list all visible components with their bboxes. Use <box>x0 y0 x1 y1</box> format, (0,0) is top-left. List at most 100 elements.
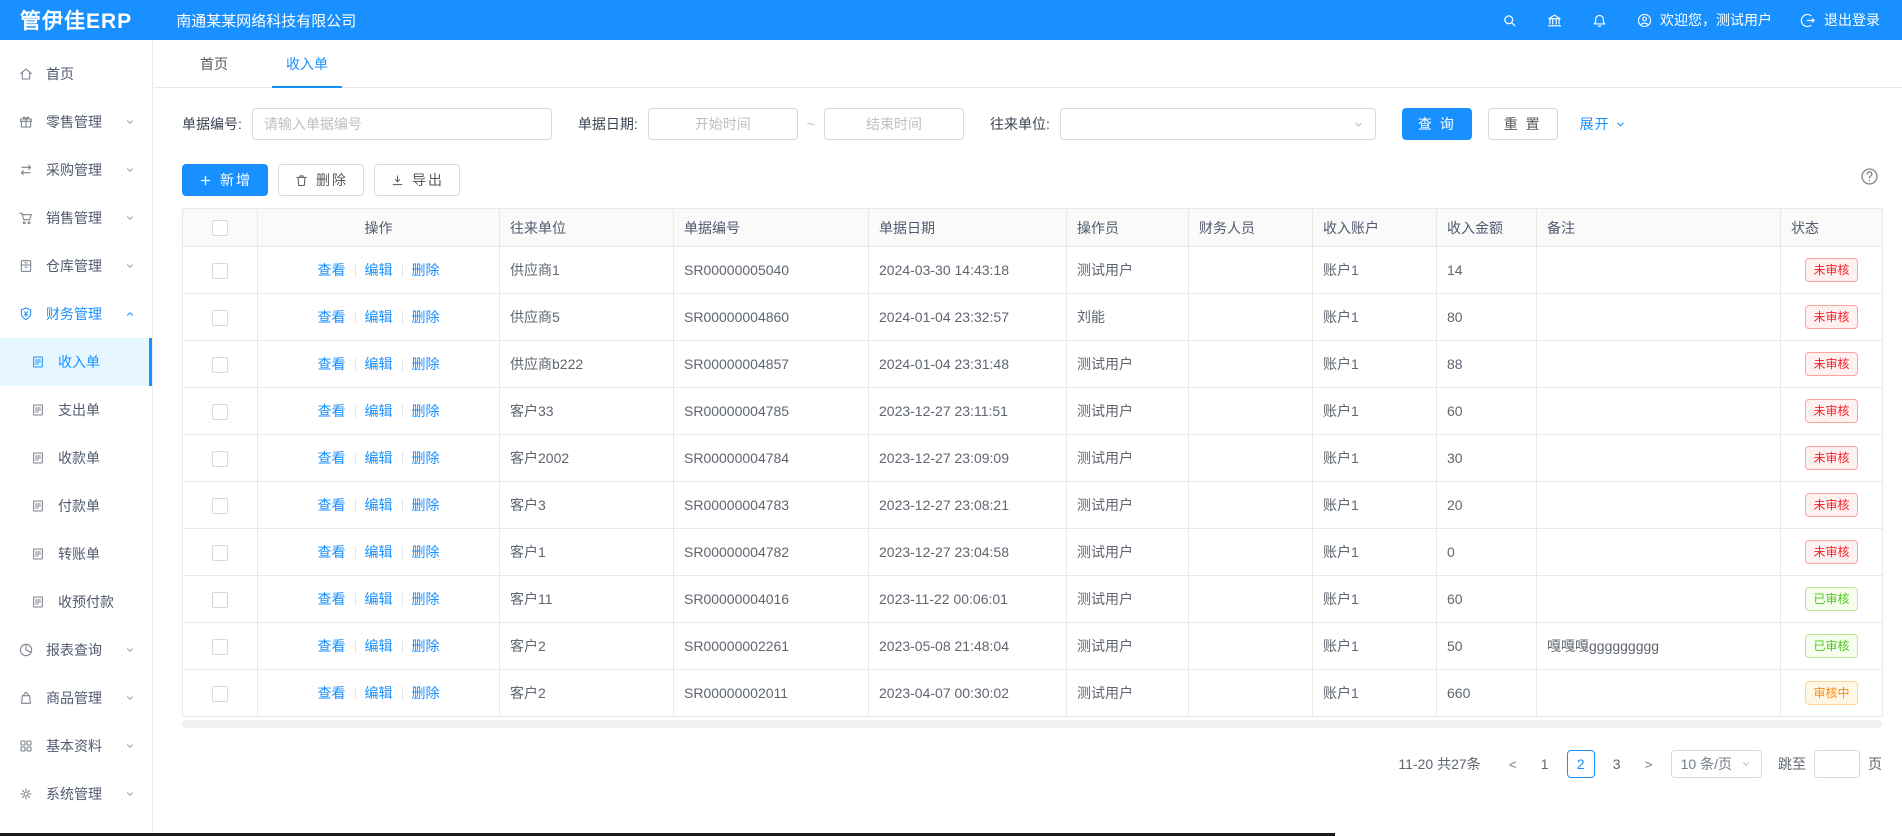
expand-link[interactable]: 展开 <box>1580 114 1627 134</box>
delete-link[interactable]: 删除 <box>412 354 440 374</box>
delete-link[interactable]: 删除 <box>412 636 440 656</box>
page-1[interactable]: 1 <box>1531 750 1559 778</box>
menu-icon <box>18 306 34 322</box>
bell-icon[interactable] <box>1591 12 1608 29</box>
view-link[interactable]: 查看 <box>318 401 346 421</box>
edit-link[interactable]: 编辑 <box>365 636 393 656</box>
bill-no-input[interactable] <box>252 108 552 140</box>
sidebar-item-system[interactable]: 系统管理 <box>0 770 152 818</box>
sidebar-subitem-4[interactable]: 转账单 <box>0 530 152 578</box>
view-link[interactable]: 查看 <box>318 636 346 656</box>
date-start-input[interactable] <box>648 108 798 140</box>
delete-link[interactable]: 删除 <box>412 683 440 703</box>
row-checkbox[interactable] <box>212 404 228 420</box>
row-checkbox[interactable] <box>212 639 228 655</box>
sidebar-item-report[interactable]: 报表查询 <box>0 626 152 674</box>
menu-icon <box>18 258 34 274</box>
row-checkbox[interactable] <box>212 592 228 608</box>
tab-income-bill[interactable]: 收入单 <box>272 40 342 87</box>
divider <box>355 640 356 653</box>
view-link[interactable]: 查看 <box>318 683 346 703</box>
delete-link[interactable]: 删除 <box>412 401 440 421</box>
page-2[interactable]: 2 <box>1567 750 1595 778</box>
view-link[interactable]: 查看 <box>318 542 346 562</box>
partner-select[interactable] <box>1060 108 1376 140</box>
sidebar-item-sales[interactable]: 销售管理 <box>0 194 152 242</box>
delete-link[interactable]: 删除 <box>412 495 440 515</box>
row-checkbox[interactable] <box>212 545 228 561</box>
row-checkbox[interactable] <box>212 357 228 373</box>
edit-link[interactable]: 编辑 <box>365 307 393 327</box>
col-amount: 收入金额 <box>1437 209 1537 247</box>
cell-partner: 客户2 <box>500 670 674 717</box>
edit-link[interactable]: 编辑 <box>365 542 393 562</box>
edit-link[interactable]: 编辑 <box>365 589 393 609</box>
cell-bill-date: 2023-12-27 23:09:09 <box>869 435 1067 482</box>
cell-operator: 测试用户 <box>1067 670 1189 717</box>
delete-link[interactable]: 删除 <box>412 307 440 327</box>
menu-label: 财务管理 <box>46 304 122 324</box>
delete-link[interactable]: 删除 <box>412 589 440 609</box>
cell-operator: 测试用户 <box>1067 482 1189 529</box>
add-button[interactable]: 新增 <box>182 164 268 196</box>
user-menu[interactable]: 欢迎您，测试用户 <box>1636 10 1772 30</box>
view-link[interactable]: 查看 <box>318 448 346 468</box>
edit-link[interactable]: 编辑 <box>365 683 393 703</box>
select-all-checkbox[interactable] <box>212 220 228 236</box>
tab-home[interactable]: 首页 <box>186 40 242 87</box>
view-link[interactable]: 查看 <box>318 495 346 515</box>
sidebar-item-basic[interactable]: 基本资料 <box>0 722 152 770</box>
date-end-input[interactable] <box>824 108 964 140</box>
status-badge: 未审核 <box>1805 352 1857 376</box>
help-icon[interactable] <box>1859 166 1880 187</box>
cell-partner: 供应商5 <box>500 294 674 341</box>
edit-link[interactable]: 编辑 <box>365 448 393 468</box>
prev-page-icon[interactable]: < <box>1499 750 1527 778</box>
row-checkbox[interactable] <box>212 263 228 279</box>
sidebar-item-warehouse[interactable]: 仓库管理 <box>0 242 152 290</box>
edit-link[interactable]: 编辑 <box>365 260 393 280</box>
sidebar-item-home[interactable]: 首页 <box>0 50 152 98</box>
edit-link[interactable]: 编辑 <box>365 495 393 515</box>
sidebar-item-goods[interactable]: 商品管理 <box>0 674 152 722</box>
cell-bill-date: 2024-01-04 23:31:48 <box>869 341 1067 388</box>
row-checkbox[interactable] <box>212 686 228 702</box>
cell-account: 账户1 <box>1313 388 1437 435</box>
delete-button[interactable]: 删除 <box>278 164 364 196</box>
next-page-icon[interactable]: > <box>1635 750 1663 778</box>
sidebar-subitem-0[interactable]: 收入单 <box>0 338 152 386</box>
delete-link[interactable]: 删除 <box>412 448 440 468</box>
row-checkbox[interactable] <box>212 498 228 514</box>
jump-page-input[interactable] <box>1814 750 1860 778</box>
view-link[interactable]: 查看 <box>318 354 346 374</box>
horizontal-scrollbar[interactable] <box>182 720 1882 728</box>
sidebar-item-purchase[interactable]: 采购管理 <box>0 146 152 194</box>
view-link[interactable]: 查看 <box>318 260 346 280</box>
row-checkbox[interactable] <box>212 451 228 467</box>
cell-remark <box>1537 482 1781 529</box>
page-3[interactable]: 3 <box>1603 750 1631 778</box>
delete-link[interactable]: 删除 <box>412 542 440 562</box>
view-link[interactable]: 查看 <box>318 307 346 327</box>
sidebar-subitem-1[interactable]: 支出单 <box>0 386 152 434</box>
search-button[interactable]: 查 询 <box>1402 108 1472 140</box>
edit-link[interactable]: 编辑 <box>365 401 393 421</box>
sidebar-subitem-5[interactable]: 收预付款 <box>0 578 152 626</box>
sidebar-item-retail[interactable]: 零售管理 <box>0 98 152 146</box>
row-checkbox[interactable] <box>212 310 228 326</box>
bank-icon[interactable] <box>1546 12 1563 29</box>
page-size-select[interactable]: 10 条/页 <box>1671 750 1762 778</box>
sidebar-item-finance[interactable]: 财务管理 <box>0 290 152 338</box>
sidebar-subitem-2[interactable]: 收款单 <box>0 434 152 482</box>
status-badge: 已审核 <box>1805 634 1857 658</box>
edit-link[interactable]: 编辑 <box>365 354 393 374</box>
search-icon[interactable] <box>1501 12 1518 29</box>
sidebar-subitem-3[interactable]: 付款单 <box>0 482 152 530</box>
export-button[interactable]: 导出 <box>374 164 460 196</box>
cell-partner: 客户2 <box>500 623 674 670</box>
doc-icon <box>30 450 46 466</box>
delete-link[interactable]: 删除 <box>412 260 440 280</box>
reset-button[interactable]: 重 置 <box>1488 108 1558 140</box>
logout-button[interactable]: 退出登录 <box>1800 10 1880 30</box>
view-link[interactable]: 查看 <box>318 589 346 609</box>
